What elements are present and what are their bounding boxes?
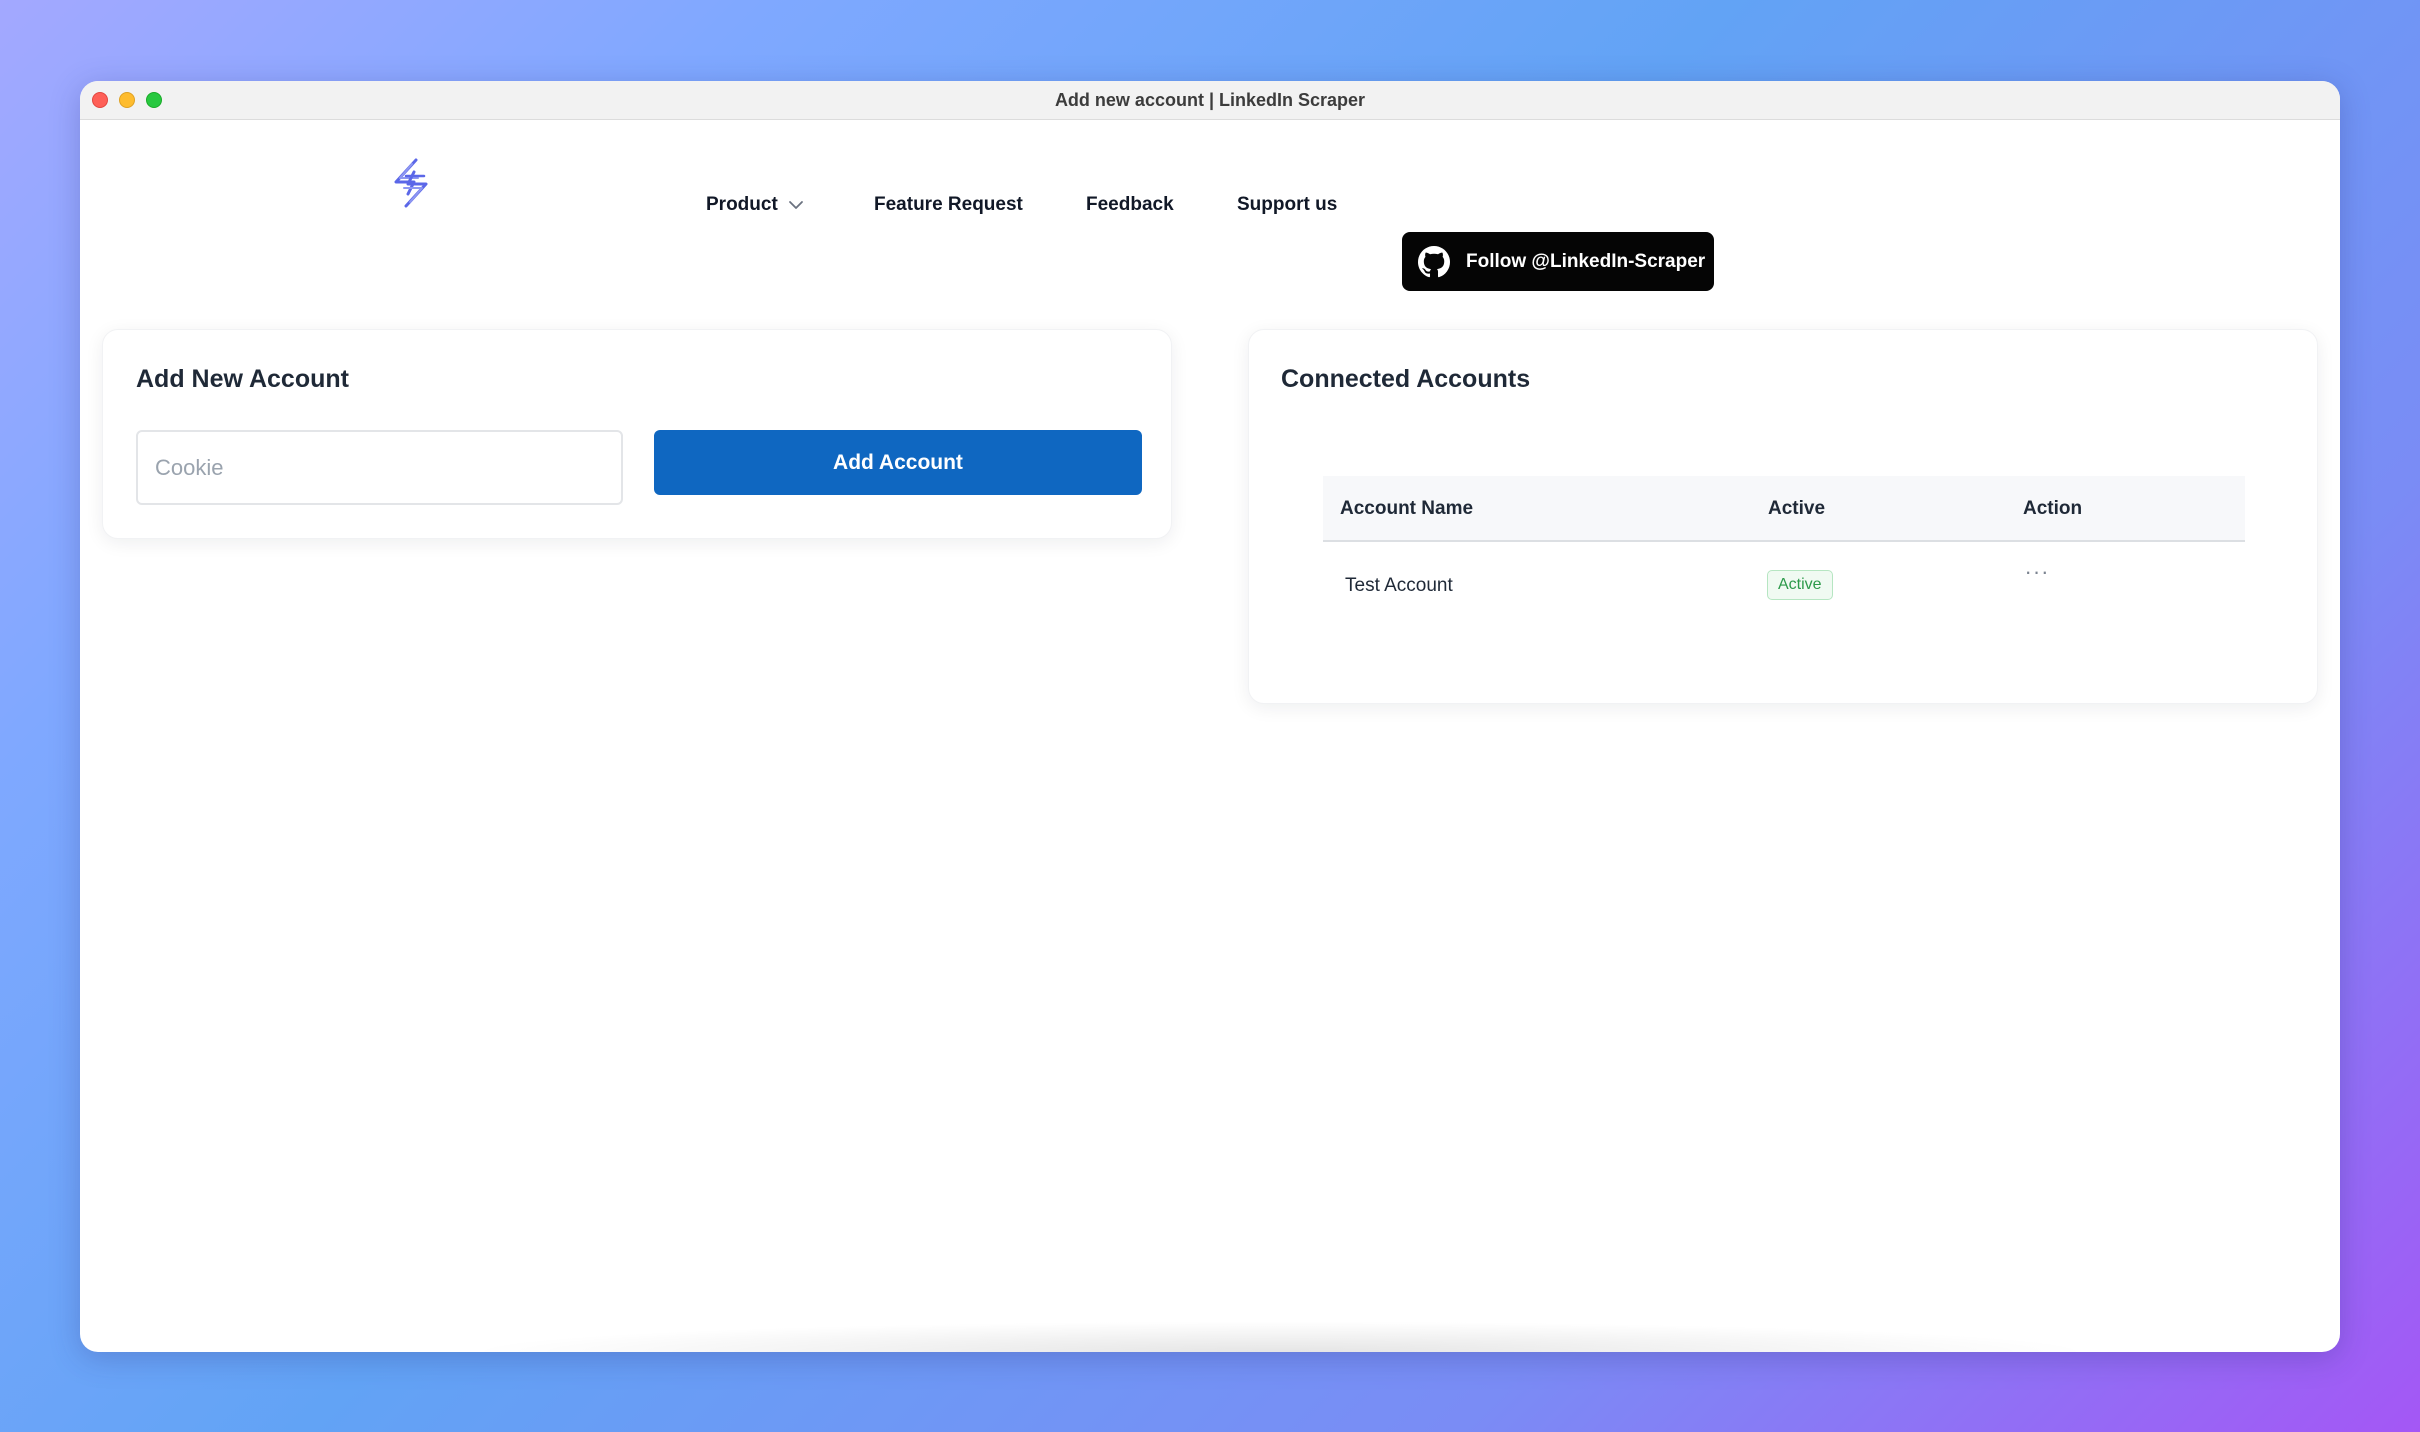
table-header: Account Name Active Action <box>1323 476 2245 542</box>
column-header-active: Active <box>1768 498 1826 519</box>
chevron-down-icon <box>788 201 803 209</box>
nav-item-support-us[interactable]: Support us <box>1237 194 1337 216</box>
more-dots-icon[interactable]: ··· <box>2023 561 2051 583</box>
window-title: Add new account | LinkedIn Scraper <box>1054 89 1366 110</box>
bottom-shadow-decoration <box>460 1321 2100 1352</box>
lightning-s-logo-icon[interactable] <box>388 158 434 208</box>
add-account-card: Add New Account Add Account <box>102 329 1172 539</box>
nav-item-label: Product <box>706 194 778 215</box>
add-account-button[interactable]: Add Account <box>654 430 1142 495</box>
follow-github-button[interactable]: Follow @LinkedIn-Scraper <box>1402 232 1714 291</box>
accounts-table: Account Name Active Action Test Account … <box>1323 476 2245 630</box>
follow-github-label: Follow @LinkedIn-Scraper <box>1466 250 1706 272</box>
maximize-window-button[interactable] <box>146 92 162 108</box>
status-badge: Active <box>1767 570 1833 600</box>
connected-accounts-title: Connected Accounts <box>1281 365 1531 393</box>
nav-item-label: Support us <box>1237 194 1338 215</box>
traffic-lights <box>92 92 162 108</box>
nav-item-feature-request[interactable]: Feature Request <box>874 194 1023 216</box>
column-header-account-name: Account Name <box>1340 498 1474 519</box>
browser-window: Add new account | LinkedIn Scraper Produ… <box>80 81 2340 1352</box>
nav-item-feedback[interactable]: Feedback <box>1086 194 1174 216</box>
table-row: Test Account Active ··· <box>1323 542 2245 630</box>
connected-accounts-card: Connected Accounts Account Name Active A… <box>1248 329 2318 704</box>
close-window-button[interactable] <box>92 92 108 108</box>
window-titlebar: Add new account | LinkedIn Scraper <box>80 81 2340 120</box>
column-header-action: Action <box>2023 498 2083 519</box>
nav-item-label: Feature Request <box>874 194 1023 215</box>
nav-item-label: Feedback <box>1086 194 1174 215</box>
minimize-window-button[interactable] <box>119 92 135 108</box>
cookie-input[interactable] <box>136 430 623 505</box>
github-icon <box>1418 245 1450 277</box>
add-account-title: Add New Account <box>136 365 349 393</box>
nav-item-product[interactable]: Product <box>706 194 804 216</box>
account-name-cell: Test Account <box>1345 575 1453 596</box>
